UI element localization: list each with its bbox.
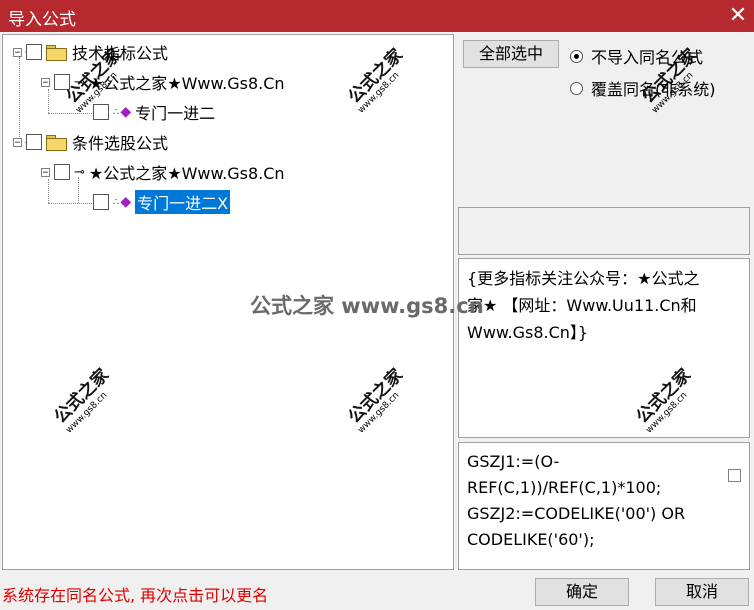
- radio-no-import[interactable]: 不导入同名公式: [570, 44, 703, 68]
- radio-icon[interactable]: [570, 49, 583, 63]
- close-icon[interactable]: ✕: [722, 0, 754, 32]
- ok-button[interactable]: 确定: [535, 578, 629, 606]
- tree-line: [48, 203, 94, 204]
- author-checkbox[interactable]: [54, 164, 70, 180]
- cancel-button[interactable]: 取消: [655, 578, 749, 606]
- dots-icon: ∴: [113, 196, 120, 208]
- folder-icon: [46, 134, 67, 151]
- collapse-icon[interactable]: −: [41, 167, 50, 177]
- code-box[interactable]: GSZJ1:=(O-REF(C,1))/REF(C,1)*100; GSZJ2:…: [458, 442, 750, 570]
- folder-label: 条件选股公式: [72, 134, 169, 153]
- radio-icon[interactable]: [570, 81, 583, 95]
- select-all-button[interactable]: 全部选中: [463, 40, 559, 68]
- author-label: ★公式之家★Www.Gs8.Cn: [88, 74, 285, 93]
- folder-label: 技术指标公式: [72, 44, 169, 63]
- author-checkbox[interactable]: [54, 74, 70, 90]
- tree-folder-indicators[interactable]: − 技术指标公式: [13, 39, 168, 65]
- radio-overwrite[interactable]: 覆盖同名(非系统): [570, 76, 716, 100]
- folder-checkbox[interactable]: [26, 44, 42, 60]
- formula-tree[interactable]: − 技术指标公式 − ⊸ ★公式之家★Www.Gs8.Cn ∴ ◆ 专门一进二 …: [2, 34, 454, 570]
- description-box[interactable]: {更多指标关注公众号：★公式之家★ 【网址：Www.Uu11.Cn和Www.Gs…: [458, 258, 750, 438]
- formula-icon: ◆: [120, 194, 132, 210]
- folder-checkbox[interactable]: [26, 134, 42, 150]
- window-title: 导入公式: [8, 10, 76, 30]
- collapse-icon[interactable]: −: [41, 77, 50, 87]
- collapse-icon[interactable]: −: [13, 47, 22, 57]
- author-label: ★公式之家★Www.Gs8.Cn: [88, 164, 285, 183]
- tree-author-stock[interactable]: − ⊸ ★公式之家★Www.Gs8.Cn: [41, 159, 285, 185]
- tree-formula-stock[interactable]: ∴ ◆ 专门一进二X: [93, 189, 231, 215]
- formula-checkbox[interactable]: [93, 194, 109, 210]
- tree-author-indicators[interactable]: − ⊸ ★公式之家★Www.Gs8.Cn: [41, 69, 285, 95]
- tree-line: [48, 113, 94, 114]
- key-icon: ⊸: [74, 74, 85, 90]
- formula-checkbox[interactable]: [93, 104, 109, 120]
- key-icon: ⊸: [74, 164, 85, 180]
- empty-panel: [458, 207, 750, 255]
- formula-label: 专门一进二: [135, 104, 216, 123]
- radio-label: 覆盖同名(非系统): [591, 80, 716, 99]
- formula-label-selected: 专门一进二X: [135, 190, 231, 214]
- collapse-icon[interactable]: −: [13, 137, 22, 147]
- radio-label: 不导入同名公式: [591, 48, 704, 67]
- dots-icon: ∴: [113, 106, 120, 118]
- formula-icon: ◆: [120, 104, 132, 120]
- title-bar: 导入公式 ✕: [0, 0, 754, 32]
- tree-formula-indicator[interactable]: ∴ ◆ 专门一进二: [93, 99, 215, 125]
- description-text: {更多指标关注公众号：★公式之家★ 【网址：Www.Uu11.Cn和Www.Gs…: [467, 269, 700, 342]
- folder-icon: [46, 44, 67, 61]
- tree-folder-stock[interactable]: − 条件选股公式: [13, 129, 168, 155]
- status-message: 系统存在同名公式, 再次点击可以更名: [2, 586, 269, 605]
- code-text: GSZJ1:=(O-REF(C,1))/REF(C,1)*100; GSZJ2:…: [467, 452, 686, 549]
- code-checkbox[interactable]: [728, 469, 741, 482]
